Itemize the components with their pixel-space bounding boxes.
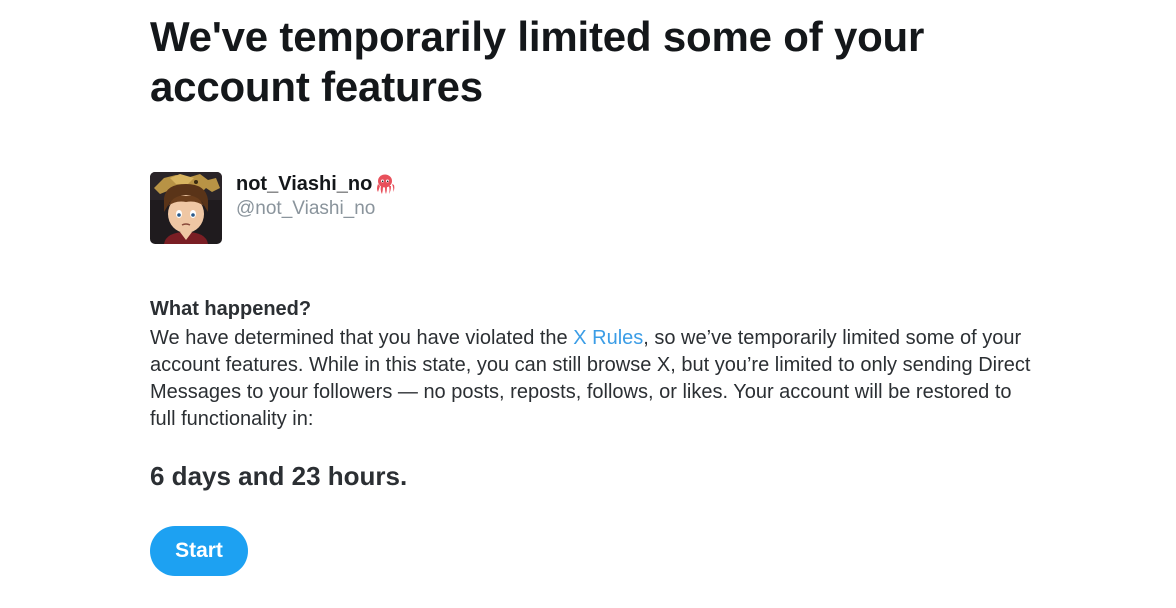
octopus-icon xyxy=(374,173,396,195)
page-title: We've temporarily limited some of your a… xyxy=(150,13,925,110)
restriction-countdown: 6 days and 23 hours. xyxy=(150,461,408,491)
notice-body-intro: We have determined that you have violate… xyxy=(150,327,574,349)
display-name: not_Viashi_no xyxy=(236,173,373,195)
user-handle: @not_Viashi_no xyxy=(236,198,376,219)
avatar-image xyxy=(150,172,222,244)
profile-card: not_Viashi_no @not_Viashi_no xyxy=(150,172,396,244)
profile-names: not_Viashi_no @not_Viashi_no xyxy=(236,172,396,221)
account-limited-page: We've temporarily limited some of your a… xyxy=(0,0,1176,608)
display-name-row: not_Viashi_no xyxy=(236,172,396,196)
what-happened-heading: What happened? xyxy=(150,298,312,320)
start-button[interactable]: Start xyxy=(150,526,248,576)
avatar xyxy=(150,172,222,244)
x-rules-link[interactable]: X Rules xyxy=(573,327,643,349)
notice-body: We have determined that you have violate… xyxy=(150,325,1040,433)
